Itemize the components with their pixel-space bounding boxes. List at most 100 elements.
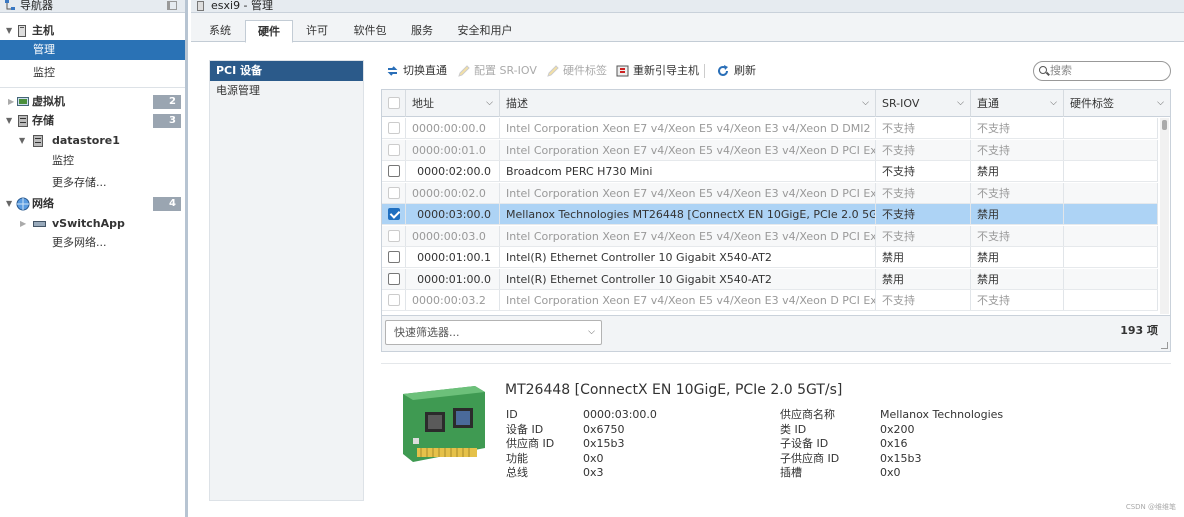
cell-sriov: 不支持: [876, 225, 971, 246]
nav-manage-label: 管理: [33, 43, 55, 56]
search-input[interactable]: 搜索: [1033, 61, 1171, 81]
detail-value: 0x15b3: [583, 437, 625, 451]
cell-address-text: 0000:02:00.0: [417, 165, 491, 178]
column-header-hardware-label[interactable]: 硬件标签 ⌵: [1064, 90, 1170, 117]
caret-right-icon[interactable]: ▶: [20, 214, 26, 234]
chevron-down-icon[interactable]: ⌵: [1157, 90, 1164, 117]
nav-vms[interactable]: ▶ 虚拟机 2: [0, 92, 185, 112]
subnav-power-management[interactable]: 电源管理: [210, 81, 363, 101]
cell-address: 0000:01:00.1: [406, 247, 500, 267]
cell-description: Intel(R) Ethernet Controller 10 Gigabit …: [500, 247, 876, 267]
column-header-description[interactable]: 描述 ⌵: [500, 90, 876, 117]
row-checkbox[interactable]: [388, 165, 400, 177]
caret-down-icon[interactable]: ▼: [6, 111, 12, 131]
cell-passthrough-text: 禁用: [977, 208, 999, 221]
cell-description-text: Intel Corporation Xeon E7 v4/Xeon E5 v4/…: [506, 229, 875, 243]
table-row[interactable]: 0000:01:00.0 Intel(R) Ethernet Controller…: [382, 268, 1158, 290]
chevron-down-icon[interactable]: ⌵: [862, 90, 869, 117]
nav-more-storage[interactable]: 更多存储...: [0, 173, 185, 193]
nav-vswitchapp[interactable]: ▶ vSwitchApp: [0, 214, 185, 234]
collapse-navigator-icon[interactable]: [167, 1, 177, 10]
tab-services[interactable]: 服务: [404, 21, 440, 42]
cell-hardware-label: [1064, 225, 1158, 246]
cell-address: 0000:03:00.0: [406, 204, 500, 224]
row-checkbox-cell: [382, 182, 406, 203]
row-checkbox[interactable]: [388, 251, 400, 263]
column-header-passthrough[interactable]: 直通 ⌵: [971, 90, 1064, 117]
table-row[interactable]: 0000:02:00.0 Broadcom PERC H730 Mini 不支持 禁用: [382, 161, 1158, 182]
cell-description-text: Broadcom PERC H730 Mini: [506, 165, 653, 178]
nav-datastore1[interactable]: ▼ datastore1: [0, 131, 185, 151]
nav-more-networks[interactable]: 更多网络...: [0, 233, 185, 253]
quick-filter-label: 快速筛选器...: [394, 326, 460, 339]
table-row[interactable]: 0000:00:03.0 Intel Corporation Xeon E7 v4…: [382, 225, 1158, 247]
select-all-checkbox[interactable]: [388, 97, 400, 109]
tab-packages[interactable]: 软件包: [346, 21, 394, 42]
network-globe-icon: [16, 197, 30, 211]
pencil-icon: [458, 65, 470, 77]
cell-sriov: 不支持: [876, 290, 971, 310]
row-checkbox-cell: [382, 161, 406, 181]
row-checkbox-cell: [382, 247, 406, 267]
table-row[interactable]: 0000:00:03.2 Intel Corporation Xeon E7 v4…: [382, 290, 1158, 311]
hardware-label-button[interactable]: 硬件标签: [546, 61, 607, 81]
nav-datastore-monitor[interactable]: 监控: [0, 151, 185, 171]
select-all-header[interactable]: [382, 90, 406, 117]
cell-passthrough: 禁用: [971, 247, 1064, 267]
toggle-passthrough-button[interactable]: 切换直通: [386, 61, 447, 81]
cell-sriov-text: 不支持: [882, 208, 915, 221]
nav-host-monitor[interactable]: 监控: [0, 63, 185, 83]
cell-passthrough: 禁用: [971, 161, 1064, 181]
reboot-host-button[interactable]: 重新引导主机: [616, 61, 699, 81]
chevron-down-icon[interactable]: ⌵: [1050, 90, 1057, 117]
nav-network[interactable]: ▼ 网络 4: [0, 194, 185, 214]
nav-storage[interactable]: ▼ 存储 3: [0, 111, 185, 131]
cell-description: Intel Corporation Xeon E7 v4/Xeon E5 v4/…: [500, 139, 876, 160]
caret-down-icon[interactable]: ▼: [6, 194, 12, 214]
refresh-button[interactable]: 刷新: [717, 61, 756, 81]
tab-hardware[interactable]: 硬件: [245, 20, 293, 43]
tab-licensing[interactable]: 许可: [299, 21, 335, 42]
hardware-content: PCI 设备 电源管理 切换直通 配置 SR-IOV 硬件标签 重新引导主机 刷…: [191, 43, 1184, 517]
resize-handle[interactable]: [1161, 342, 1168, 349]
caret-right-icon[interactable]: ▶: [8, 92, 14, 112]
detail-value: 0x6750: [583, 422, 625, 436]
window-title: esxi9 - 管理: [211, 0, 274, 12]
cell-address: 0000:01:00.0: [406, 268, 500, 289]
grid-scrollbar[interactable]: [1160, 118, 1169, 314]
cell-passthrough-text: 不支持: [977, 122, 1010, 135]
caret-down-icon[interactable]: ▼: [19, 131, 25, 151]
row-checkbox[interactable]: [388, 208, 400, 220]
chevron-down-icon: ⌵: [588, 327, 595, 337]
table-row[interactable]: 0000:00:00.0 Intel Corporation Xeon E7 v4…: [382, 118, 1158, 139]
table-row[interactable]: 0000:00:01.0 Intel Corporation Xeon E7 v4…: [382, 139, 1158, 161]
cell-address: 0000:00:02.0: [406, 182, 500, 203]
navigator-icon: [5, 0, 15, 10]
nav-host-manage[interactable]: 管理: [0, 40, 185, 60]
nav-host[interactable]: ▼ 主机: [0, 21, 185, 41]
table-row[interactable]: 0000:01:00.1 Intel(R) Ethernet Controller…: [382, 247, 1158, 268]
configure-sriov-button[interactable]: 配置 SR-IOV: [457, 61, 537, 81]
nav-monitor-label: 监控: [33, 66, 55, 79]
tab-security-users[interactable]: 安全和用户: [455, 21, 515, 42]
table-row[interactable]: 0000:00:02.0 Intel Corporation Xeon E7 v4…: [382, 182, 1158, 204]
cell-hardware-label: [1064, 247, 1158, 267]
cell-hardware-label: [1064, 182, 1158, 203]
caret-down-icon[interactable]: ▼: [6, 21, 12, 41]
chevron-down-icon[interactable]: ⌵: [957, 90, 964, 117]
row-checkbox-cell: [382, 204, 406, 224]
reboot-host-icon: [616, 65, 629, 77]
column-header-address[interactable]: 地址 ⌵: [406, 90, 500, 117]
scrollbar-thumb[interactable]: [1162, 120, 1167, 130]
cell-passthrough: 不支持: [971, 290, 1064, 310]
row-checkbox[interactable]: [388, 272, 400, 285]
table-row[interactable]: 0000:03:00.0 Mellanox Technologies MT2644…: [382, 204, 1158, 225]
chevron-down-icon[interactable]: ⌵: [486, 90, 493, 117]
column-header-sriov[interactable]: SR-IOV ⌵: [876, 90, 971, 117]
subnav-pci-devices[interactable]: PCI 设备: [210, 61, 363, 81]
detail-value: 0x0: [880, 466, 901, 480]
tab-system[interactable]: 系统: [202, 21, 238, 42]
row-checkbox: [388, 186, 400, 199]
quick-filter-select[interactable]: 快速筛选器... ⌵: [385, 320, 602, 345]
detail-value: 0x200: [880, 422, 915, 436]
